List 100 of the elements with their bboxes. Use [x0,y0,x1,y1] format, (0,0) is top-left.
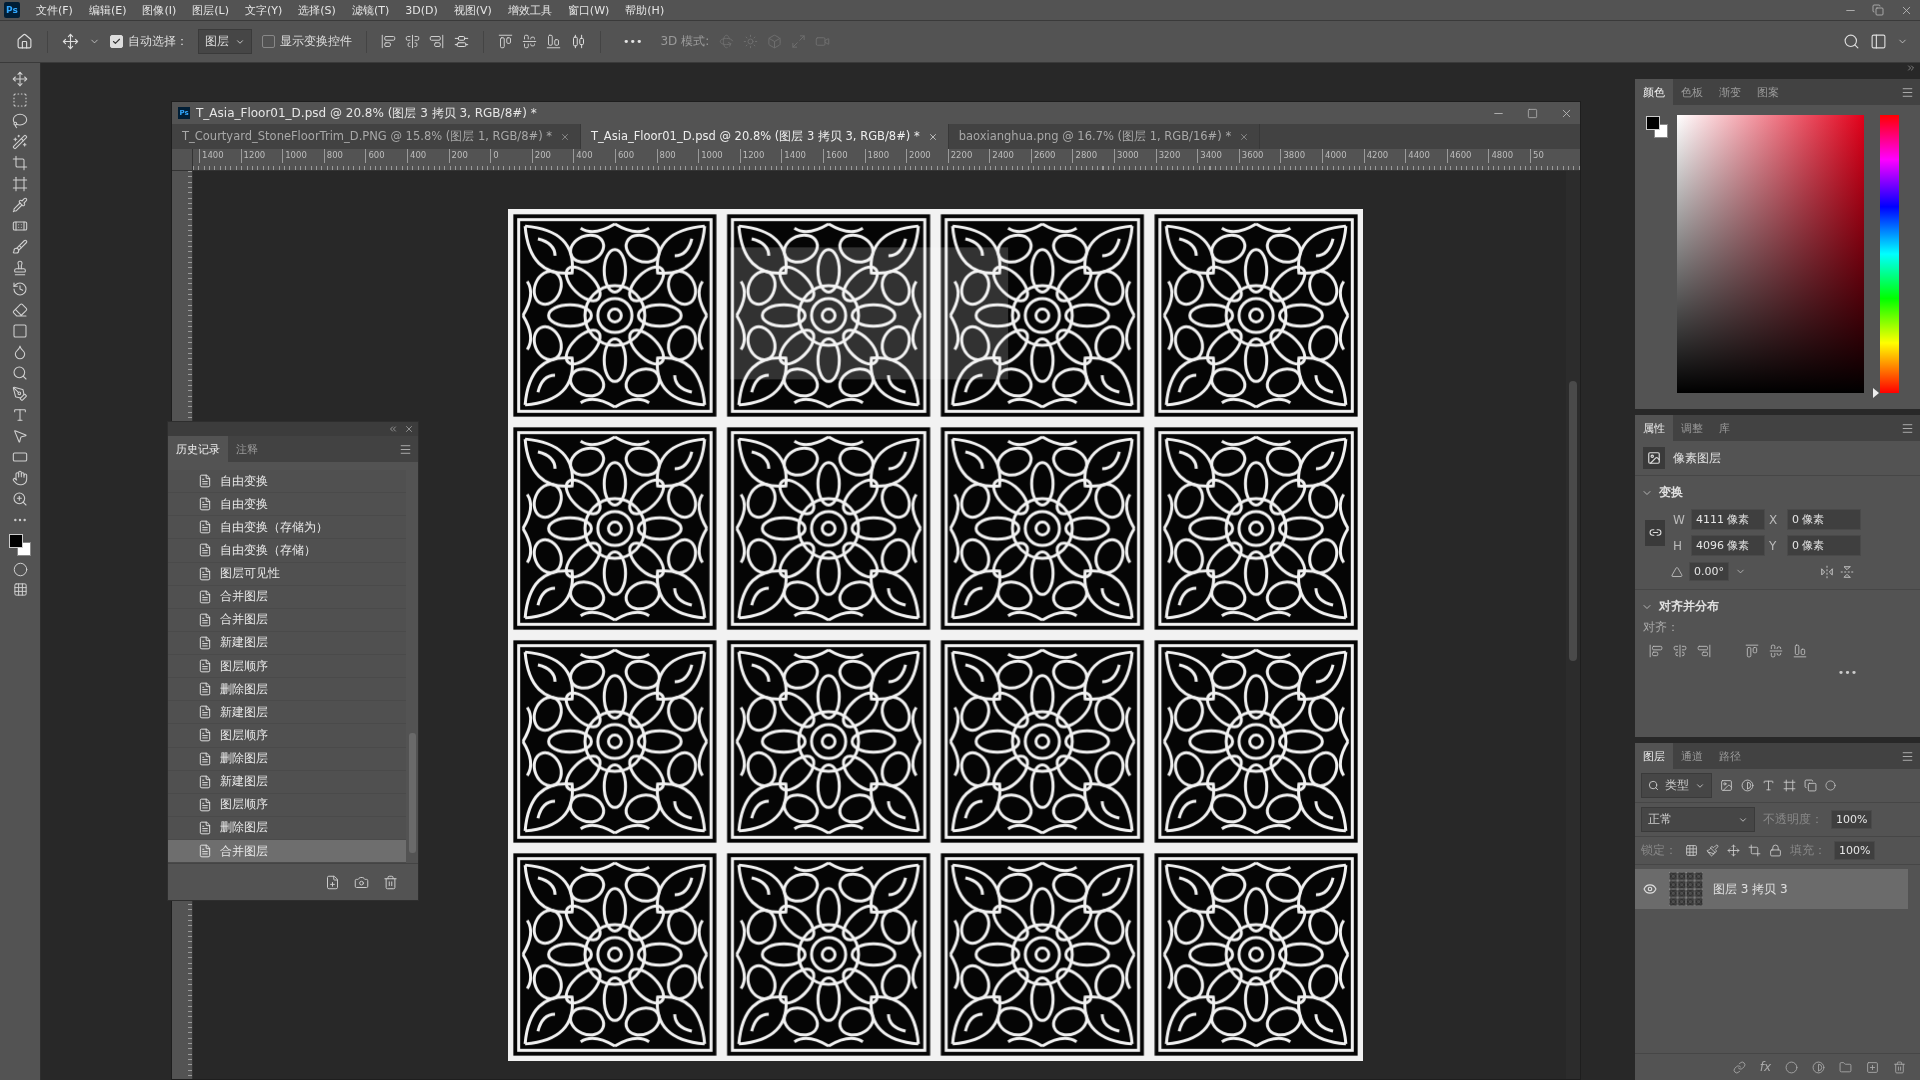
panel-tab[interactable]: 颜色 [1635,79,1673,105]
panel-tab[interactable]: 色板 [1673,79,1711,105]
y-field[interactable]: 0 像素 [1787,535,1861,556]
eyedropper-icon[interactable] [12,197,28,213]
close-icon[interactable] [560,131,571,142]
menu-item[interactable]: 图像(I) [134,2,185,18]
bandage-icon[interactable] [12,218,28,234]
restore-icon[interactable] [1872,4,1884,16]
flip-vertical-icon[interactable] [1840,564,1854,579]
new-document-icon[interactable] [325,874,340,890]
scrollbar-thumb[interactable] [1569,381,1577,661]
quick-mask-icon[interactable] [12,562,28,577]
mask-icon[interactable] [1785,1060,1798,1074]
align-middle-icon[interactable] [1769,644,1783,658]
type-icon[interactable] [12,407,28,423]
history-item[interactable]: 合并图层 [168,840,406,864]
angle-field[interactable]: 0.00° [1689,562,1729,581]
distribute-icon[interactable] [571,34,586,49]
move-icon[interactable] [62,33,79,50]
blend-mode-dropdown[interactable]: 正常 [1641,807,1755,832]
menu-item[interactable]: 图层(L) [184,2,237,18]
menu-item[interactable]: 编辑(E) [80,2,135,18]
menu-icon[interactable] [399,442,412,456]
trash-icon[interactable] [383,874,398,890]
adjustment-icon[interactable] [1812,1060,1825,1074]
menu-icon[interactable] [1901,749,1914,763]
panel-tab[interactable]: 通道 [1673,743,1711,769]
workspace-icon[interactable] [1870,33,1887,50]
pen-icon[interactable] [12,386,28,402]
show-transform-checkbox[interactable]: 显示变换控件 [262,33,352,50]
hue-slider-thumb[interactable] [1873,388,1879,398]
wand-icon[interactable] [12,134,28,150]
align-bottom-icon[interactable] [546,34,561,49]
pointer-icon[interactable] [12,428,28,444]
trash-icon[interactable] [1893,1060,1906,1074]
panel-tab[interactable]: 渐变 [1711,79,1749,105]
lasso-icon[interactable] [12,113,28,129]
droplet-icon[interactable] [12,344,28,360]
panel-tab[interactable]: 路径 [1711,743,1749,769]
new-layer-icon[interactable] [1866,1060,1879,1074]
image-icon[interactable] [1720,779,1733,792]
auto-select-checkbox[interactable]: 自动选择： [110,33,188,50]
panel-tab[interactable]: 图层 [1635,743,1673,769]
panel-tab[interactable]: 库 [1711,415,1738,441]
color-swatches-icon[interactable] [8,533,32,557]
collapse-icon[interactable] [1906,63,1916,73]
stamp-icon[interactable] [12,260,28,276]
menu-item[interactable]: 增效工具 [499,2,560,18]
align-left-icon[interactable] [381,34,396,49]
panel-tab[interactable]: 注释 [228,436,266,462]
menu-item[interactable]: 文件(F) [28,2,81,18]
color-field[interactable] [1677,115,1864,393]
link-button[interactable] [1645,519,1665,546]
panel-tab[interactable]: 调整 [1673,415,1711,441]
close-icon[interactable] [404,424,414,434]
search-icon[interactable] [1843,33,1860,50]
lock-pixels-icon[interactable] [1685,844,1698,857]
brush-icon[interactable] [1706,844,1719,857]
frame-icon[interactable] [12,176,28,192]
panel-tab[interactable]: 图案 [1749,79,1787,105]
filter-dropdown[interactable]: 类型 [1641,773,1712,798]
more-button[interactable]: ••• [1837,666,1858,679]
hand-icon[interactable] [12,470,28,486]
brush-icon[interactable] [12,239,28,255]
panel-tab[interactable]: 属性 [1635,415,1673,441]
menu-icon[interactable] [1901,421,1914,435]
collapse-icon[interactable] [388,424,398,434]
distribute-icon[interactable] [454,34,469,49]
align-right-icon[interactable] [1697,644,1711,658]
menu-icon[interactable] [1901,85,1914,99]
align-bottom-icon[interactable] [1793,644,1807,658]
menu-item[interactable]: 帮助(H) [617,2,673,18]
align-middle-icon[interactable] [522,34,537,49]
toggle-icon[interactable] [1825,780,1836,791]
smart-object-icon[interactable] [1804,779,1817,792]
menu-item[interactable]: 选择(S) [290,2,344,18]
zoom-icon[interactable] [12,491,28,507]
type-icon[interactable] [1762,779,1775,792]
link-icon[interactable] [1732,1060,1746,1074]
eye-icon[interactable] [1641,882,1659,896]
align-top-icon[interactable] [1745,644,1759,658]
opacity-field[interactable]: 100% [1831,810,1873,829]
folder-icon[interactable] [1839,1060,1852,1074]
history-brush-icon[interactable] [12,281,28,297]
move-icon[interactable] [12,71,28,87]
close-icon[interactable] [1239,131,1250,142]
align-center-icon[interactable] [1673,644,1687,658]
align-center-icon[interactable] [405,34,420,49]
layer-row[interactable]: 图层 3 拷贝 3 [1635,869,1908,909]
move-icon[interactable] [1727,844,1740,857]
home-icon[interactable] [16,33,33,50]
align-right-icon[interactable] [429,34,444,49]
panel-tab[interactable]: 历史记录 [168,436,228,462]
align-top-icon[interactable] [498,34,513,49]
adjustment-icon[interactable] [1741,779,1754,792]
camera-icon[interactable] [354,874,369,890]
menu-item[interactable]: 滤镜(T) [343,2,398,18]
menu-item[interactable]: 窗口(W) [559,2,618,18]
height-field[interactable]: 4096 像素 [1691,535,1765,556]
color-swatches-icon[interactable] [1645,115,1669,139]
